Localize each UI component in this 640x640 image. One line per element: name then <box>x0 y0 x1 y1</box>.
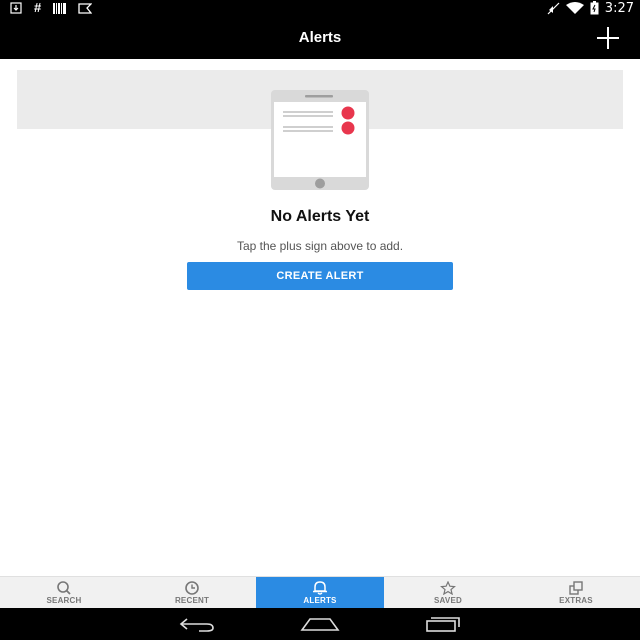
extras-icon <box>569 580 583 595</box>
tab-search[interactable]: SEARCH <box>0 577 128 608</box>
hash-icon: # <box>34 0 42 15</box>
tab-recent[interactable]: RECENT <box>128 577 256 608</box>
barcode-icon <box>53 2 67 14</box>
tab-extras-label: EXTRAS <box>559 595 593 605</box>
tab-extras[interactable]: EXTRAS <box>512 577 640 608</box>
wifi-icon <box>565 1 584 14</box>
download-icon <box>10 2 22 14</box>
phone-illustration <box>271 90 369 190</box>
page-title: Alerts <box>298 29 342 46</box>
flipboard-icon <box>78 2 93 14</box>
tab-saved-label: SAVED <box>434 595 462 605</box>
status-bar: # 3:27 <box>0 0 640 16</box>
notification-icons: # <box>0 0 93 16</box>
create-alert-button[interactable]: CREATE ALERT <box>187 262 453 290</box>
tab-recent-label: RECENT <box>174 595 210 605</box>
create-alert-button-label: CREATE ALERT <box>276 270 364 282</box>
tab-search-label: SEARCH <box>46 595 82 605</box>
star-icon <box>440 580 456 595</box>
system-status-icons: 3:27 <box>547 1 640 16</box>
bottom-nav: SEARCH RECENT ALERTS SAVED EXTRAS <box>0 576 640 608</box>
bell-icon <box>313 580 327 595</box>
empty-state-title: No Alerts Yet <box>270 208 370 225</box>
plus-icon[interactable] <box>596 26 620 50</box>
home-icon[interactable] <box>300 615 340 633</box>
clock: 3:27 <box>604 0 634 16</box>
recent-apps-icon[interactable] <box>425 615 461 633</box>
mute-icon <box>547 2 560 14</box>
tab-alerts-label: ALERTS <box>303 595 337 605</box>
battery-icon <box>590 1 599 15</box>
empty-state-subtitle: Tap the plus sign above to add. <box>236 239 404 253</box>
app-bar: Alerts <box>0 16 640 59</box>
back-icon[interactable] <box>179 615 215 633</box>
tab-alerts[interactable]: ALERTS <box>256 577 384 608</box>
system-nav-bar <box>0 608 640 640</box>
clock-icon <box>185 580 199 595</box>
tab-saved[interactable]: SAVED <box>384 577 512 608</box>
search-icon <box>57 580 71 595</box>
